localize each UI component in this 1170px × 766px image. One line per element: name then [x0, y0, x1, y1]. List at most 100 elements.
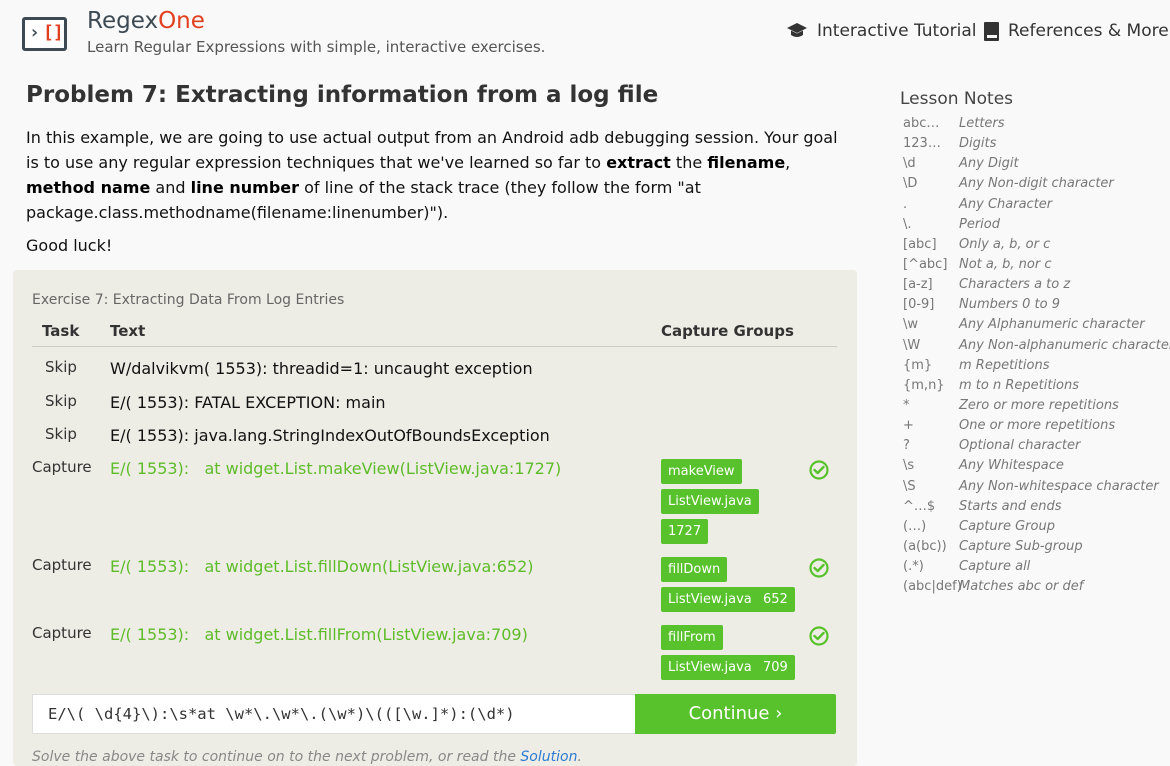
graduation-cap-icon [787, 23, 807, 37]
note-item: \d Any Digit [903, 154, 1170, 174]
row-text: E/( 1553): FATAL EXCEPTION: main [110, 393, 386, 412]
page-title: Problem 7: Extracting information from a… [26, 82, 659, 108]
note-value: Capture Group [959, 518, 1055, 534]
note-key: \d [903, 156, 916, 172]
note-value: Optional character [959, 438, 1081, 454]
row-text: W/dalvikvm( 1553): threadid=1: uncaught … [110, 359, 533, 378]
continue-button[interactable]: Continue › [635, 694, 836, 734]
note-item: [^abc] Not a, b, nor c [903, 255, 1170, 275]
note-item: [0-9] Numbers 0 to 9 [903, 295, 1170, 315]
lesson-description: In this example, we are going to use act… [26, 128, 838, 222]
note-key: [abc] [903, 236, 937, 252]
note-value: Any Alphanumeric character [959, 317, 1145, 333]
note-value: Any Character [959, 196, 1053, 212]
note-value: m to n Repetitions [959, 377, 1080, 393]
column-header-text: Text [110, 322, 146, 340]
note-key: [a-z] [903, 277, 933, 293]
nav-references[interactable]: References & More [984, 21, 1169, 41]
row-text: E/( 1553): java.lang.StringIndexOutOfBou… [110, 426, 550, 445]
lesson-notes-title: Lesson Notes [900, 89, 1014, 109]
note-key: [^abc] [903, 256, 948, 272]
capture-group-tag: 652 [756, 587, 795, 612]
note-value: Matches abc or def [959, 579, 1084, 595]
note-value: Numbers 0 to 9 [959, 297, 1060, 313]
task-label: Capture [32, 458, 92, 476]
note-value: Letters [959, 116, 1005, 131]
capture-group-tag: makeView [661, 459, 742, 484]
note-key: \s [903, 458, 915, 474]
note-key: (.*) [903, 559, 924, 575]
brand-name[interactable]: RegexOne [87, 8, 205, 34]
note-key: . [903, 196, 908, 212]
note-key: ? [903, 438, 910, 454]
note-item: \W Any Non-alphanumeric character [903, 336, 1170, 356]
good-luck-text: Good luck! [26, 236, 113, 255]
note-item: 123… Digits [903, 134, 1170, 154]
note-key: \W [903, 337, 921, 353]
column-header-task: Task [42, 322, 80, 340]
note-value: Capture all [959, 559, 1031, 575]
note-key: ^…$ [903, 498, 936, 514]
note-item: (.*) Capture all [903, 557, 1170, 577]
capture-group-tag: fillFrom [661, 625, 723, 650]
note-key: (abc|def) [903, 579, 962, 595]
note-item: {m} m Repetitions [903, 356, 1170, 376]
row-text: E/( 1553): at widget.List.fillDown(ListV… [110, 557, 534, 576]
note-key: * [903, 397, 910, 413]
note-value: Digits [959, 136, 997, 152]
note-value: Only a, b, or c [959, 236, 1051, 252]
note-item: {m,n} m to n Repetitions [903, 376, 1170, 396]
note-item: * Zero or more repetitions [903, 396, 1170, 416]
note-item: [abc] Only a, b, or c [903, 235, 1170, 255]
exercise-title: Exercise 7: Extracting Data From Log Ent… [32, 292, 345, 308]
task-label: Capture [32, 556, 92, 574]
note-value: Any Non-digit character [959, 176, 1114, 192]
note-key: {m,n} [903, 377, 945, 393]
row-text: E/( 1553): at widget.List.fillFrom(ListV… [110, 625, 528, 644]
exercise-panel: Exercise 7: Extracting Data From Log Ent… [13, 270, 857, 766]
column-header-capture-groups: Capture Groups [661, 322, 794, 340]
note-key: {m} [903, 357, 933, 373]
note-value: Any Non-whitespace character [959, 478, 1159, 494]
note-key: [0-9] [903, 297, 935, 313]
note-item: (…) Capture Group [903, 517, 1170, 537]
logo-icon[interactable]: ›[] [22, 17, 67, 51]
note-item: [a-z] Characters a to z [903, 275, 1170, 295]
solution-link[interactable]: Solution [520, 749, 577, 765]
capture-group-tag: 1727 [661, 519, 709, 544]
header: ›[] RegexOne Learn Regular Expressions w… [0, 0, 1170, 66]
task-label: Skip [45, 425, 77, 443]
note-item: (a(bc)) Capture Sub-group [903, 537, 1170, 557]
note-value: Any Non-alphanumeric character [959, 337, 1170, 353]
note-value: One or more repetitions [959, 418, 1116, 434]
note-value: Characters a to z [959, 277, 1071, 293]
note-key: \D [903, 176, 918, 192]
check-circle-icon [809, 626, 829, 646]
regex-input[interactable]: E/\( \d{4}\):\s*at \w*\.\w*\.(\w*)\(([\w… [32, 694, 636, 734]
note-key: (…) [903, 518, 927, 534]
book-icon [984, 21, 999, 41]
capture-group-tag: ListView.java [661, 587, 759, 612]
task-label: Capture [32, 624, 92, 642]
note-value: Not a, b, nor c [959, 256, 1052, 272]
check-circle-icon [809, 460, 829, 480]
note-value: Capture Sub-group [959, 538, 1083, 554]
note-item: \w Any Alphanumeric character [903, 315, 1170, 335]
note-item: . Any Character [903, 195, 1170, 215]
lesson-notes-list: abc… Letters 123… Digits \d Any Digit \D Any… [903, 114, 1170, 597]
header-divider [32, 346, 837, 347]
footer-note: Solve the above task to continue on to t… [32, 749, 582, 765]
note-item: (abc|def) Matches abc or def [903, 577, 1170, 597]
note-item: ? Optional character [903, 436, 1170, 456]
note-key: \S [903, 478, 916, 494]
note-item: \s Any Whitespace [903, 456, 1170, 476]
note-item: abc… Letters [903, 114, 1170, 134]
capture-group-tag: ListView.java [661, 655, 759, 680]
capture-group-tag: ListView.java [661, 489, 759, 514]
nav-interactive-tutorial[interactable]: Interactive Tutorial [786, 21, 976, 41]
note-key: abc… [903, 116, 940, 131]
note-key: (a(bc)) [903, 538, 947, 554]
task-label: Skip [45, 358, 77, 376]
note-value: Any Digit [959, 156, 1019, 172]
capture-group-tag: 709 [756, 655, 795, 680]
